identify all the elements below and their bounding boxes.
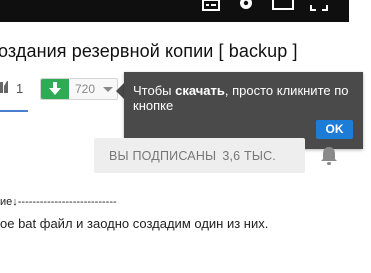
chevron-down-icon[interactable] bbox=[103, 87, 113, 92]
subscribed-button[interactable]: ВЫ ПОДПИСАНЫ 3,6 ТЫС. bbox=[94, 138, 305, 173]
subtitles-icon[interactable] bbox=[202, 0, 220, 12]
fullscreen-icon[interactable] bbox=[310, 0, 328, 12]
download-button[interactable] bbox=[41, 79, 69, 99]
bell-icon[interactable] bbox=[320, 146, 338, 166]
description-line: ие↓--------------------------- bbox=[0, 196, 117, 208]
tooltip-arrow bbox=[116, 83, 124, 99]
player-edge bbox=[349, 0, 371, 22]
download-widget: 720 bbox=[40, 78, 118, 100]
video-title: оздания резервной копии [ backup ] bbox=[0, 41, 298, 61]
tooltip-text: Чтобы скачать, просто кликните по кнопке bbox=[133, 83, 349, 113]
theater-icon[interactable] bbox=[272, 0, 294, 12]
player-controls-bar bbox=[0, 0, 349, 22]
sentiment-bar bbox=[0, 110, 28, 112]
download-arrow-icon bbox=[49, 82, 61, 95]
description-line: ое bat файл и заодно создадим один из ни… bbox=[0, 216, 269, 231]
download-count: 720 bbox=[75, 82, 96, 96]
subscribed-label: ВЫ ПОДПИСАНЫ 3,6 ТЫС. bbox=[109, 149, 276, 163]
ok-button[interactable]: OK bbox=[316, 120, 353, 139]
gear-icon[interactable] bbox=[238, 0, 254, 12]
thumbs-up-icon[interactable] bbox=[0, 80, 8, 94]
like-count: 1 bbox=[16, 81, 24, 96]
subscriber-count: 3,6 ТЫС. bbox=[222, 149, 276, 163]
